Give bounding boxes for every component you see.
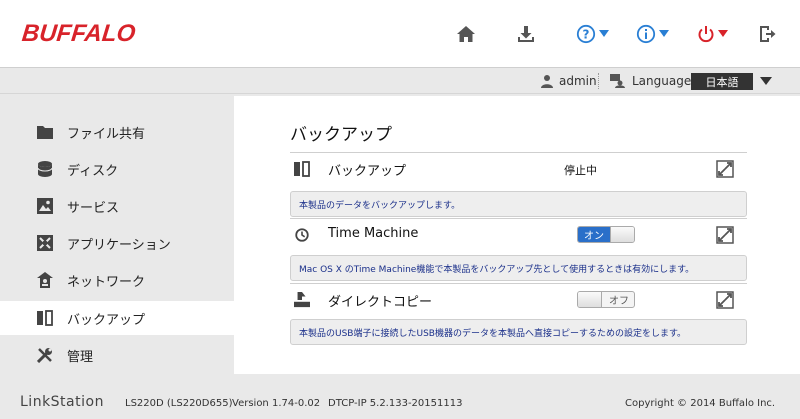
info-icon <box>636 24 656 44</box>
header: BUFFALO ? <box>0 0 800 68</box>
download-icon <box>518 26 534 42</box>
backup-label: バックアップ <box>328 164 407 179</box>
logout-button[interactable] <box>757 22 777 46</box>
sidebar-item-management[interactable]: 管理 <box>0 338 234 372</box>
backup-row: バックアップ 停止中 <box>290 152 747 184</box>
sidebar-item-label: ファイル共有 <box>67 126 146 142</box>
chevron-down-icon <box>718 30 728 37</box>
open-settings-icon[interactable] <box>716 160 734 178</box>
toggle-knob <box>578 292 602 307</box>
sidebar-item-network[interactable]: ネットワーク <box>0 263 234 297</box>
model-text: LS220D (LS220D655) <box>125 398 233 409</box>
sidebar-item-disk[interactable]: ディスク <box>0 152 234 186</box>
sidebar-item-file-sharing[interactable]: ファイル共有 <box>0 115 234 149</box>
time-machine-row: Time Machine オン <box>290 218 747 250</box>
history-icon <box>295 228 309 242</box>
backup-icon <box>294 161 310 177</box>
svg-text:?: ? <box>583 28 590 42</box>
open-settings-icon[interactable] <box>716 226 734 244</box>
sidebar-item-applications[interactable]: アプリケーション <box>0 226 234 260</box>
time-machine-description: Mac OS X のTime Machine機能で本製品をバックアップ先として使… <box>290 255 747 281</box>
language-label-group: Language <box>610 68 691 94</box>
sidebar-item-label: アプリケーション <box>67 237 171 253</box>
tools-icon <box>37 347 53 363</box>
power-icon <box>698 26 714 43</box>
language-select[interactable]: 日本語 <box>691 73 753 90</box>
info-button[interactable] <box>636 22 669 46</box>
toggle-label: オン <box>578 227 610 242</box>
power-button[interactable] <box>697 22 728 46</box>
backup-description: 本製品のデータをバックアップします。 <box>290 191 747 217</box>
home-icon <box>457 26 475 42</box>
disk-icon <box>37 161 53 177</box>
username: admin <box>559 74 597 88</box>
footer: LinkStation LS220D (LS220D655) Version 1… <box>0 384 800 419</box>
sidebar-item-label: ディスク <box>67 163 119 179</box>
buffalo-logo[interactable]: BUFFALO <box>21 20 137 48</box>
copyright-text: Copyright © 2014 Buffalo Inc. <box>625 398 776 409</box>
chevron-down-icon <box>599 30 609 37</box>
user-icon <box>541 75 553 88</box>
open-settings-icon[interactable] <box>716 291 734 309</box>
divider <box>598 73 599 89</box>
toggle-label: オフ <box>609 296 629 307</box>
help-button[interactable]: ? <box>576 22 609 46</box>
folder-icon <box>37 124 53 140</box>
user-bar: admin Language 日本語 <box>0 68 800 94</box>
toggle-knob <box>610 227 634 242</box>
language-label: Language <box>632 74 692 88</box>
logout-icon <box>760 26 776 42</box>
product-brand: LinkStation <box>20 394 104 410</box>
home-button[interactable] <box>456 22 476 46</box>
backup-icon <box>37 310 53 326</box>
page-title: バックアップ <box>290 125 392 145</box>
status-text: 停止中 <box>564 164 597 177</box>
help-icon: ? <box>576 24 596 44</box>
direct-copy-row: ダイレクトコピー オフ <box>290 283 747 315</box>
chevron-down-icon <box>659 30 669 37</box>
download-button[interactable] <box>516 22 536 46</box>
direct-copy-label: ダイレクトコピー <box>328 295 433 310</box>
language-icon <box>610 74 625 88</box>
time-machine-label: Time Machine <box>328 226 419 241</box>
sidebar-item-label: バックアップ <box>67 312 146 328</box>
chevron-down-icon[interactable] <box>760 77 772 86</box>
main-panel: バックアップ バックアップ 停止中 本製品のデータをバックアップします。 Tim… <box>234 96 800 374</box>
direct-copy-icon <box>294 292 310 308</box>
direct-copy-toggle[interactable]: オフ <box>577 291 635 308</box>
sidebar-item-label: ネットワーク <box>67 274 146 290</box>
sidebar-item-services[interactable]: サービス <box>0 189 234 223</box>
direct-copy-description: 本製品のUSB端子に接続したUSB機器のデータを本製品へ直接コピーするための設定… <box>290 319 747 345</box>
sidebar-item-backup[interactable]: バックアップ <box>0 301 234 335</box>
user-indicator: admin <box>540 68 597 94</box>
dtcp-text: DTCP-IP 5.2.133-20151113 <box>328 398 463 409</box>
time-machine-toggle[interactable]: オン <box>577 226 635 243</box>
sidebar-item-label: 管理 <box>67 349 94 365</box>
service-icon <box>37 198 53 214</box>
application-icon <box>37 235 53 251</box>
version-text: Version 1.74-0.02 <box>232 398 321 409</box>
sidebar-item-label: サービス <box>67 200 120 216</box>
network-icon <box>37 272 53 288</box>
